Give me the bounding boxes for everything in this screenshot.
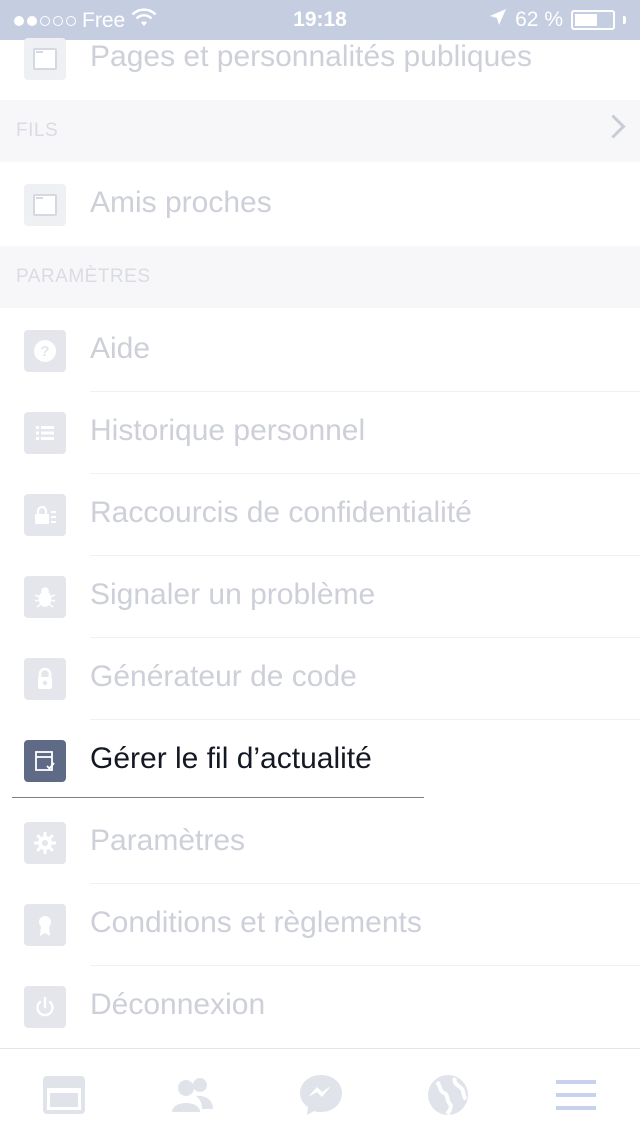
menu-item-gerer-fil-actualite[interactable]: Gérer le fil d’actualité bbox=[0, 720, 640, 802]
svg-text:?: ? bbox=[40, 343, 49, 360]
tab-bar bbox=[0, 1048, 640, 1137]
list-icon bbox=[24, 412, 66, 454]
selection-underline bbox=[12, 797, 424, 798]
messenger-icon bbox=[300, 1075, 342, 1115]
menu-item-label: Raccourcis de confidentialité bbox=[90, 496, 472, 529]
tab-messenger[interactable] bbox=[297, 1071, 345, 1119]
menu-item-label: Historique personnel bbox=[90, 414, 366, 447]
menu-item-pages[interactable]: Pages et personnalités publiques bbox=[0, 18, 640, 100]
menu-item-parametres[interactable]: Paramètres bbox=[0, 802, 640, 884]
section-header-parametres: PARAMÈTRES bbox=[0, 246, 640, 308]
globe-icon bbox=[428, 1075, 468, 1116]
section-header-fils[interactable]: FILS bbox=[0, 100, 640, 162]
bug-icon bbox=[24, 576, 66, 618]
menu-icon bbox=[556, 1080, 596, 1110]
menu-item-label: Amis proches bbox=[90, 186, 272, 219]
privacy-lock-icon bbox=[24, 494, 66, 536]
help-icon: ? bbox=[24, 330, 66, 372]
menu-item-label: Pages et personnalités publiques bbox=[90, 40, 532, 73]
menu-item-deconnexion[interactable]: Déconnexion bbox=[0, 966, 640, 1048]
menu-item-label: Aide bbox=[90, 332, 151, 365]
tab-more[interactable] bbox=[552, 1071, 600, 1119]
power-icon bbox=[24, 986, 66, 1028]
menu-item-amis-proches[interactable]: Amis proches bbox=[0, 164, 640, 246]
menu-item-label: Signaler un problème bbox=[90, 578, 376, 611]
tab-news-feed[interactable] bbox=[40, 1071, 88, 1119]
menu-item-aide[interactable]: ? Aide bbox=[0, 310, 640, 392]
menu-item-raccourcis-confidentialite[interactable]: Raccourcis de confidentialité bbox=[0, 474, 640, 556]
menu-item-label: Conditions et règlements bbox=[90, 906, 422, 939]
menu-item-label: Générateur de code bbox=[90, 660, 357, 693]
gear-icon bbox=[24, 822, 66, 864]
feed-icon bbox=[24, 38, 66, 80]
menu-item-generateur-code[interactable]: Générateur de code bbox=[0, 638, 640, 720]
section-title: FILS bbox=[16, 120, 59, 141]
section-title: PARAMÈTRES bbox=[16, 266, 151, 287]
tab-friend-requests[interactable] bbox=[168, 1071, 216, 1119]
feed-icon bbox=[24, 184, 66, 226]
tab-notifications[interactable] bbox=[424, 1071, 472, 1119]
menu-item-conditions[interactable]: Conditions et règlements bbox=[0, 884, 640, 966]
news-feed-icon bbox=[43, 1076, 85, 1114]
menu-item-label: Gérer le fil d’actualité bbox=[90, 742, 372, 775]
menu-item-historique[interactable]: Historique personnel bbox=[0, 392, 640, 474]
badge-icon bbox=[24, 904, 66, 946]
menu-item-signaler-probleme[interactable]: Signaler un problème bbox=[0, 556, 640, 638]
padlock-icon bbox=[24, 658, 66, 700]
chevron-right-icon bbox=[601, 114, 626, 139]
menu-item-label: Déconnexion bbox=[90, 988, 266, 1021]
news-feed-preferences-icon bbox=[24, 740, 66, 782]
menu-item-label: Paramètres bbox=[90, 824, 246, 857]
friends-icon bbox=[172, 1078, 213, 1112]
